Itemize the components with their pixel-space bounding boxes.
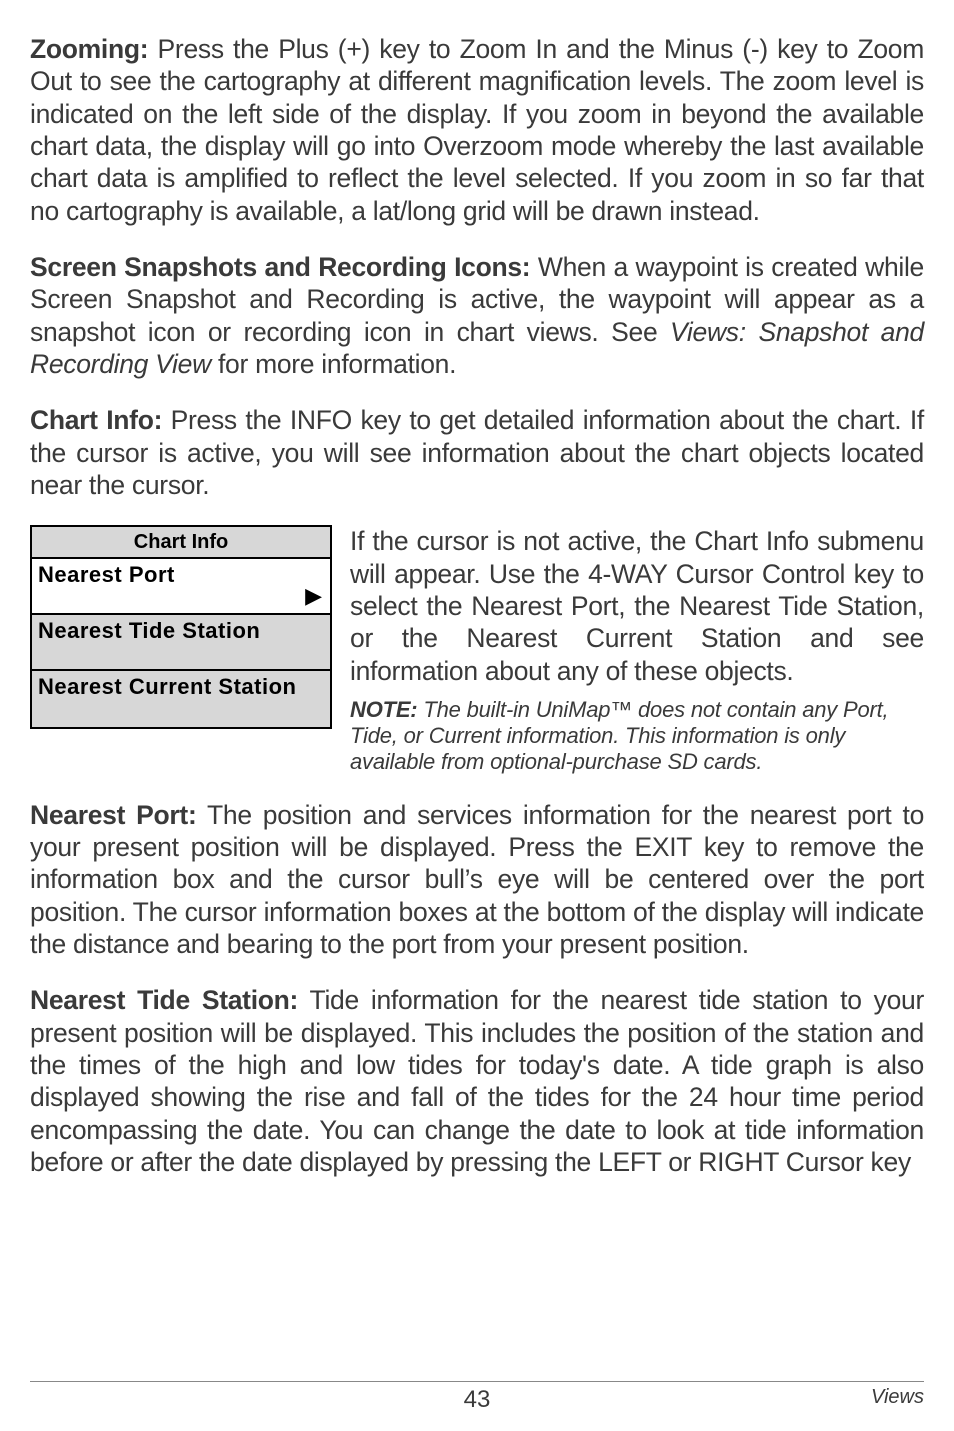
body-zooming: Press the Plus (+) key to Zoom In and th… xyxy=(30,34,924,226)
paragraph-snapshots: Screen Snapshots and Recording Icons: Wh… xyxy=(30,251,924,380)
body-snapshots-2: for more information. xyxy=(211,349,456,379)
chart-info-menu: Chart Info Nearest Port ▶ Nearest Tide S… xyxy=(30,525,332,729)
menu-item-nearest-tide-station[interactable]: Nearest Tide Station xyxy=(32,615,330,671)
body-chart-info: Press the INFO key to get detailed infor… xyxy=(30,405,924,500)
note-unimap: NOTE: The built-in UniMap™ does not cont… xyxy=(350,697,924,775)
page-footer: 43 Views xyxy=(30,1381,924,1413)
lead-snapshots: Screen Snapshots and Recording Icons: xyxy=(30,252,530,282)
chevron-right-icon: ▶ xyxy=(305,585,322,607)
paragraph-chart-info: Chart Info: Press the INFO key to get de… xyxy=(30,404,924,501)
paragraph-nearest-tide-station: Nearest Tide Station: Tide information f… xyxy=(30,984,924,1178)
section-name: Views xyxy=(871,1386,924,1409)
note-body: The built-in UniMap™ does not contain an… xyxy=(350,697,888,774)
menu-item-label: Nearest Current Station xyxy=(38,674,296,699)
paragraph-nearest-port: Nearest Port: The position and services … xyxy=(30,799,924,961)
note-label: NOTE: xyxy=(350,697,417,722)
lead-nearest-tide: Nearest Tide Station: xyxy=(30,985,298,1015)
menu-item-label: Nearest Tide Station xyxy=(38,618,260,643)
lead-zooming: Zooming: xyxy=(30,34,148,64)
menu-item-nearest-port[interactable]: Nearest Port ▶ xyxy=(32,559,330,615)
paragraph-cursor-inactive: If the cursor is not active, the Chart I… xyxy=(350,525,924,687)
menu-item-label: Nearest Port xyxy=(38,562,175,587)
lead-chart-info: Chart Info: xyxy=(30,405,162,435)
lead-nearest-port: Nearest Port: xyxy=(30,800,196,830)
menu-item-nearest-current-station[interactable]: Nearest Current Station xyxy=(32,671,330,727)
menu-title: Chart Info xyxy=(32,527,330,559)
body-cursor-inactive: If the cursor is not active, the Chart I… xyxy=(350,526,924,685)
paragraph-zooming: Zooming: Press the Plus (+) key to Zoom … xyxy=(30,33,924,227)
page-number: 43 xyxy=(464,1386,491,1414)
